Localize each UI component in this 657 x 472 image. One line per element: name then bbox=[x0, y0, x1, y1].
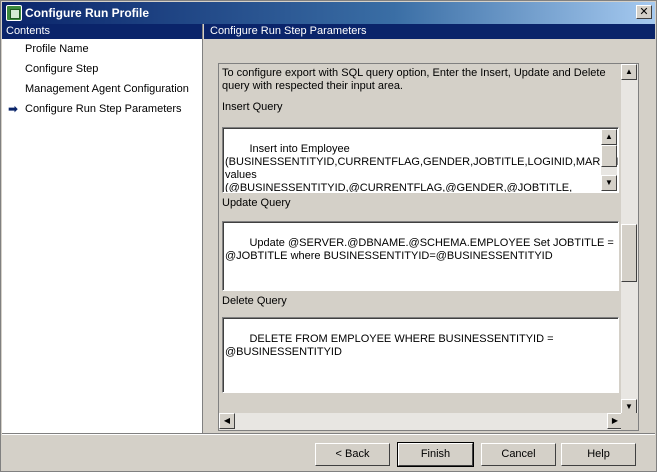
help-button[interactable]: Help bbox=[561, 443, 636, 466]
scroll-down-icon[interactable]: ▼ bbox=[601, 175, 617, 191]
finish-button[interactable]: Finish bbox=[397, 442, 474, 467]
button-bar: < Back Finish Cancel Help bbox=[2, 434, 655, 471]
configure-run-profile-dialog: Configure Run Profile ✕ Contents Profile… bbox=[0, 0, 657, 472]
nav-item-profile-name[interactable]: Profile Name bbox=[2, 39, 202, 59]
delete-query-input[interactable]: DELETE FROM EMPLOYEE WHERE BUSINESSENTIT… bbox=[222, 317, 619, 393]
nav-item-configure-run-step-parameters[interactable]: ➡ Configure Run Step Parameters bbox=[2, 99, 202, 119]
scrollbar-thumb[interactable] bbox=[621, 224, 637, 282]
window-title: Configure Run Profile bbox=[25, 6, 149, 20]
description-text: To configure export with SQL query optio… bbox=[222, 67, 606, 92]
scrollbar-corner bbox=[621, 413, 638, 430]
panel-horizontal-scrollbar[interactable]: ◀ ▶ bbox=[219, 413, 623, 430]
cancel-button[interactable]: Cancel bbox=[481, 443, 556, 466]
insert-query-input[interactable]: Insert into Employee (BUSINESSENTITYID,C… bbox=[222, 127, 619, 193]
parameters-scroll-area: To configure export with SQL query optio… bbox=[218, 63, 639, 431]
delete-query-label: Delete Query bbox=[222, 295, 287, 307]
nav-item-management-agent-configuration[interactable]: Management Agent Configuration bbox=[2, 79, 202, 99]
close-icon[interactable]: ✕ bbox=[636, 5, 652, 19]
arrow-right-icon: ➡ bbox=[8, 102, 19, 116]
scroll-up-icon[interactable]: ▲ bbox=[621, 64, 637, 80]
contents-list: Profile Name Configure Step Management A… bbox=[2, 39, 202, 119]
update-query-input[interactable]: Update @SERVER.@DBNAME.@SCHEMA.EMPLOYEE … bbox=[222, 221, 619, 291]
parameters-header: Configure Run Step Parameters bbox=[204, 24, 655, 39]
contents-header: Contents bbox=[2, 24, 202, 39]
parameters-panel: Configure Run Step Parameters To configu… bbox=[204, 24, 655, 434]
app-icon bbox=[6, 5, 22, 21]
insert-query-scrollbar[interactable]: ▲ ▼ bbox=[601, 129, 617, 191]
scroll-left-icon[interactable]: ◀ bbox=[219, 413, 235, 429]
contents-panel: Contents Profile Name Configure Step Man… bbox=[2, 24, 203, 434]
back-button[interactable]: < Back bbox=[315, 443, 390, 466]
nav-item-configure-step[interactable]: Configure Step bbox=[2, 59, 202, 79]
insert-query-label: Insert Query bbox=[222, 101, 283, 113]
scroll-up-icon[interactable]: ▲ bbox=[601, 129, 617, 145]
panel-vertical-scrollbar[interactable]: ▲ ▼ bbox=[621, 64, 638, 415]
scrollbar-thumb[interactable] bbox=[601, 145, 617, 167]
title-bar: Configure Run Profile ✕ bbox=[2, 2, 655, 24]
update-query-label: Update Query bbox=[222, 197, 291, 209]
